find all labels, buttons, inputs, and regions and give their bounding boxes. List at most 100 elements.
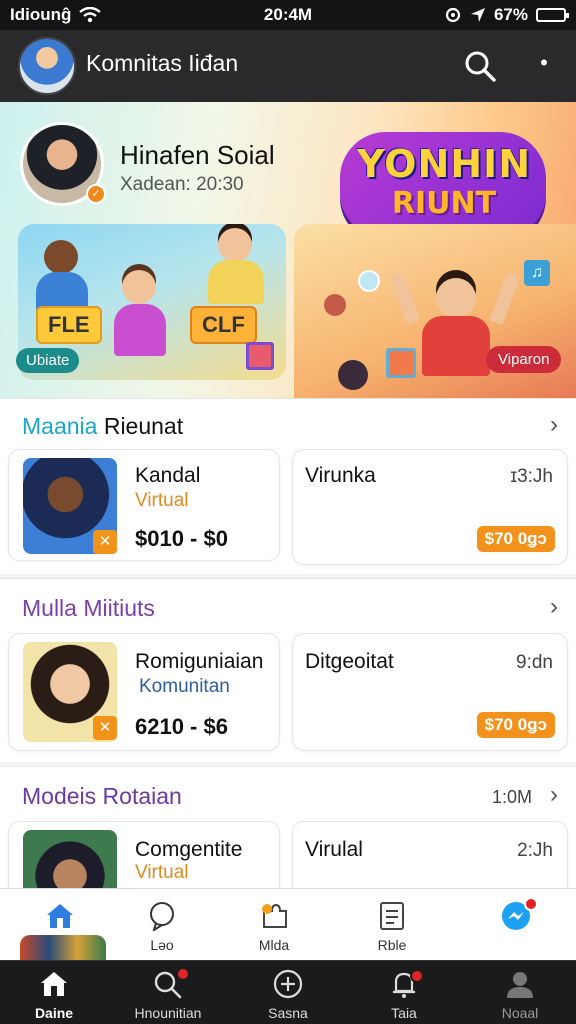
nav-label: Daine <box>34 1005 74 1021</box>
section-title-rest: Rotaian <box>96 783 182 809</box>
tab-chat[interactable]: Lǝo <box>122 889 202 961</box>
battery-percent: 67% <box>493 5 528 24</box>
event-card[interactable]: Virunka ɪ3:Jh $70 0ǥɔ <box>292 449 568 565</box>
event-time: 2:Jh <box>517 840 553 861</box>
nav-profile[interactable]: Noaal <box>472 961 568 1024</box>
event-time: Xadean: 20:30 <box>120 174 244 195</box>
figure-arm <box>389 271 421 325</box>
navigation-icon <box>470 8 485 22</box>
music-icon: ♫ <box>524 260 550 286</box>
avatar-strip <box>20 935 106 961</box>
section-maania: Maania Rieunat › ✕ Kandal Virtual $010 -… <box>0 398 576 574</box>
nav-label: Hnounitian <box>134 1005 202 1021</box>
add-circle-icon <box>273 969 303 999</box>
logo-line1: YONHIN <box>356 142 531 186</box>
status-right: 67% <box>444 5 569 25</box>
section-title-prefix: Modeis <box>22 783 97 809</box>
tab-label: Rble <box>377 937 407 953</box>
status-bar: Idiounĝ 20:4M 67% <box>0 0 576 30</box>
tab-label: Lǝo <box>150 937 174 953</box>
hero-banner: ✓ Hinafen Soial Xadean: 20:30 YONHIN RIU… <box>0 102 576 398</box>
event-name: Comgentite <box>135 838 243 861</box>
chevron-right-icon[interactable]: › <box>550 593 558 621</box>
community-title: Komnitas Iiđan <box>86 50 239 76</box>
secondary-tab-bar: Lǝo Mlda Rble <box>0 888 576 961</box>
home-icon <box>41 972 67 996</box>
event-time: 9:dn <box>516 652 553 673</box>
tab-puzzle[interactable]: Mlda <box>234 889 314 961</box>
section-title-rest: Rieunat <box>97 413 184 439</box>
chevron-right-icon[interactable]: › <box>550 781 558 809</box>
chip-update[interactable]: Ubiate <box>16 348 80 373</box>
section-title[interactable]: Maania Rieunat <box>22 413 183 440</box>
tag-clf: CLF <box>190 306 257 344</box>
figure-head <box>436 278 476 318</box>
location-icon <box>445 7 461 23</box>
decor-bubble <box>358 270 380 292</box>
event-card[interactable]: Virulal 2:Jh <box>292 821 568 888</box>
profile-avatar[interactable] <box>18 37 76 95</box>
nav-add[interactable]: Sasna <box>240 961 336 1024</box>
tab-document[interactable]: Rble <box>352 889 432 961</box>
close-badge-icon[interactable]: ✕ <box>93 716 117 740</box>
section-title-rest: Miitiuts <box>76 595 155 621</box>
tag-fle: FLE <box>36 306 102 344</box>
section-modeis: Modeis Rotaian 1:0M › Comgentite Virtual… <box>0 766 576 888</box>
logo-line2: RIUNT <box>391 186 497 221</box>
search-icon[interactable] <box>462 48 498 84</box>
home-icon <box>47 904 73 928</box>
event-card[interactable]: Comgentite Virtual <box>8 821 280 888</box>
event-name: Romiguniaian <box>135 650 264 673</box>
event-card[interactable]: ✕ Kandal Virtual $010 - $0 <box>8 449 280 561</box>
section-title[interactable]: Modeis Rotaian <box>22 783 182 810</box>
close-badge-icon[interactable]: ✕ <box>93 530 117 554</box>
nav-notifications[interactable]: Taia <box>356 961 452 1024</box>
event-thumbnail <box>23 830 117 888</box>
document-icon <box>380 902 404 930</box>
user-icon <box>507 972 533 998</box>
nav-home[interactable]: Daine <box>6 961 102 1024</box>
price-badge[interactable]: $70 0ǥɔ <box>476 712 555 738</box>
bottom-navigation: Daine Hnounitian Sasna Taia Noaal <box>0 960 576 1024</box>
figure-body <box>422 316 490 376</box>
silhouette <box>324 294 346 316</box>
figure-head <box>122 270 156 304</box>
event-price: 6210 - $6 <box>135 714 228 739</box>
chevron-right-icon[interactable]: › <box>550 411 558 439</box>
figure-head <box>218 228 252 262</box>
event-name: Virunka <box>305 464 376 487</box>
event-name: Kandal <box>135 464 201 487</box>
more-icon[interactable]: • <box>532 52 556 78</box>
event-type: Virtual <box>135 490 189 511</box>
app-header: Komnitas Iiđan • <box>0 30 576 102</box>
notification-dot-icon <box>410 969 424 983</box>
notification-dot-icon <box>524 897 538 911</box>
event-card[interactable]: ✕ Romiguniaian Komunitan 6210 - $6 <box>8 633 280 751</box>
section-title-prefix: Maania <box>22 413 98 439</box>
chat-icon <box>150 902 174 931</box>
nav-search[interactable]: Hnounitian <box>120 961 216 1024</box>
silhouette <box>338 360 368 390</box>
nav-label: Noaal <box>501 1005 539 1021</box>
event-type: Komunitan <box>139 676 230 697</box>
section-title[interactable]: Mulla Miitiuts <box>22 595 155 622</box>
gift-icon <box>246 342 274 370</box>
host-name: Hinafen Soial <box>120 140 275 170</box>
event-type: Virtual <box>135 862 189 883</box>
puzzle-icon <box>262 903 287 928</box>
event-card[interactable]: Ditgeoitat 9:dn $70 0ǥɔ <box>292 633 568 751</box>
figure-body <box>208 260 264 304</box>
figure-body <box>114 304 166 356</box>
chip-viparon[interactable]: Viparon <box>486 346 562 373</box>
section-meta: 1:0M <box>491 787 532 807</box>
gift-icon <box>386 348 416 378</box>
event-name: Ditgeoitat <box>305 650 394 673</box>
tab-messenger[interactable] <box>476 889 556 961</box>
figure-head <box>44 240 78 274</box>
tab-home[interactable] <box>20 889 106 961</box>
event-name: Virulal <box>305 838 363 861</box>
tab-label: Mlda <box>258 937 290 953</box>
nav-label: Taia <box>391 1005 417 1021</box>
price-badge[interactable]: $70 0ǥɔ <box>476 526 555 552</box>
event-price: $010 - $0 <box>135 526 228 551</box>
